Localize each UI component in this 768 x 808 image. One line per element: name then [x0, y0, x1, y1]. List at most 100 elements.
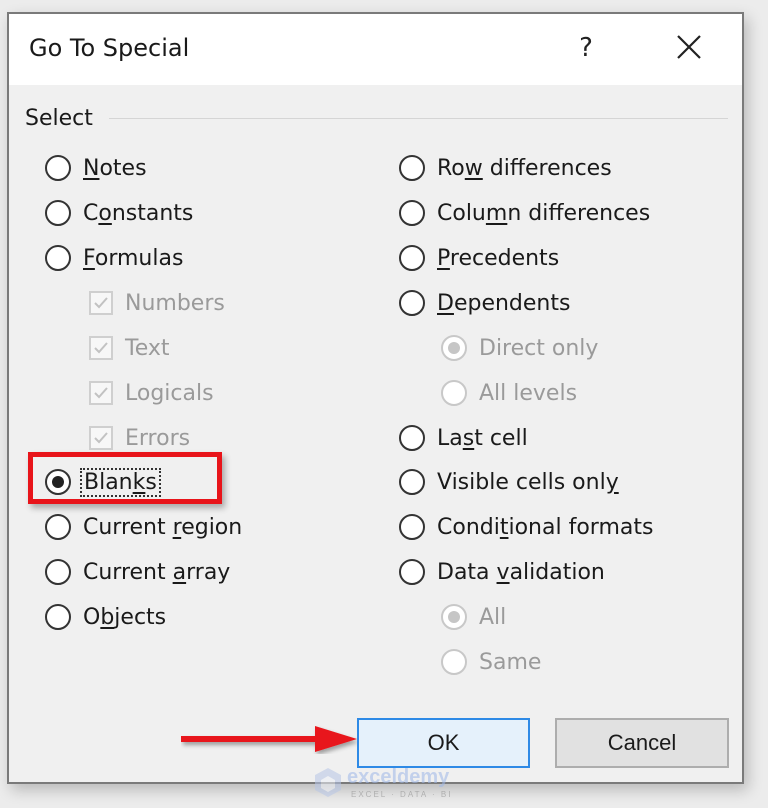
radio-formulas[interactable]: [45, 245, 71, 271]
radio-precedents[interactable]: [399, 245, 425, 271]
option-same: Same: [441, 644, 541, 680]
option-label-text: rray: [186, 559, 231, 585]
option-label: Column differences: [437, 201, 650, 226]
option-label-text: All: [479, 604, 507, 630]
option-accesskey: D: [437, 290, 454, 316]
watermark-brand: exceldemy: [347, 766, 450, 788]
option-formulas[interactable]: Formulas: [45, 240, 183, 276]
option-label-text: Direct only: [479, 335, 599, 361]
exceldemy-logo-icon: [315, 768, 341, 797]
radio-notes[interactable]: [45, 155, 71, 181]
option-label-text: ional formats: [508, 514, 654, 540]
option-label-text: recedents: [449, 245, 560, 271]
annotation-arrow-icon: [181, 726, 357, 752]
radio-dependents[interactable]: [399, 290, 425, 316]
checkmark-icon: [94, 342, 108, 354]
checkbox-text: [89, 336, 113, 360]
option-notes[interactable]: Notes: [45, 150, 147, 186]
option-label: Objects: [83, 605, 166, 630]
radio-data-validation[interactable]: [399, 559, 425, 585]
option-accesskey: r: [172, 514, 182, 540]
ok-button[interactable]: OK: [357, 718, 530, 768]
option-row-differences[interactable]: Row differences: [399, 150, 612, 186]
option-label-text: t cell: [474, 425, 528, 451]
title-bar: Go To Special ?: [9, 14, 742, 85]
option-direct-only: Direct only: [441, 330, 598, 366]
radio-current-region[interactable]: [45, 514, 71, 540]
radio-column-differences[interactable]: [399, 200, 425, 226]
option-label: Conditional formats: [437, 515, 653, 540]
option-all: All: [441, 599, 506, 635]
option-accesskey: o: [98, 200, 112, 226]
option-label: Current region: [83, 515, 242, 540]
option-label-text: O: [83, 604, 101, 630]
option-label: Logicals: [125, 381, 214, 406]
option-logicals: Logicals: [89, 375, 214, 411]
option-accesskey: P: [437, 245, 450, 271]
radio-visible-cells-only[interactable]: [399, 469, 425, 495]
select-group-label: Select: [25, 106, 101, 131]
option-conditional-formats[interactable]: Conditional formats: [399, 509, 653, 545]
radio-conditional-formats[interactable]: [399, 514, 425, 540]
option-label: Constants: [83, 201, 193, 226]
radio-last-cell[interactable]: [399, 425, 425, 451]
group-divider: [109, 118, 728, 119]
option-label: Text: [125, 336, 170, 361]
option-label-text: Current: [83, 559, 173, 585]
option-label-text: jects: [114, 604, 167, 630]
checkbox-logicals: [89, 381, 113, 405]
radio-row-differences[interactable]: [399, 155, 425, 181]
annotation-highlight-box: [28, 452, 222, 504]
option-objects[interactable]: Objects: [45, 599, 166, 635]
option-dependents[interactable]: Dependents: [399, 285, 570, 321]
option-label-text: ependents: [453, 290, 571, 316]
option-label-text: Data: [437, 559, 497, 585]
option-label: Precedents: [437, 246, 559, 271]
checkbox-errors: [89, 426, 113, 450]
option-constants[interactable]: Constants: [45, 195, 193, 231]
option-current-array[interactable]: Current array: [45, 554, 230, 590]
option-label-text: Current: [83, 514, 173, 540]
option-accesskey: b: [100, 604, 115, 630]
close-button[interactable]: [669, 28, 709, 68]
option-label-text: Text: [125, 335, 170, 361]
option-label-text: otes: [99, 155, 147, 181]
radio-constants[interactable]: [45, 200, 71, 226]
checkmark-icon: [94, 297, 108, 309]
option-label-text: egion: [181, 514, 243, 540]
option-numbers: Numbers: [89, 285, 225, 321]
cancel-button[interactable]: Cancel: [555, 718, 729, 768]
option-label-text: Same: [479, 649, 542, 675]
option-label: Direct only: [479, 336, 598, 361]
option-last-cell[interactable]: Last cell: [399, 420, 528, 456]
option-label-text: ormulas: [94, 245, 184, 271]
help-button[interactable]: ?: [569, 28, 603, 68]
option-data-validation[interactable]: Data validation: [399, 554, 605, 590]
option-label: Visible cells only: [437, 470, 619, 495]
option-label-text: Colu: [437, 200, 486, 226]
option-label-text: La: [437, 425, 463, 451]
option-label-text: nstants: [111, 200, 194, 226]
radio-direct-only: [441, 335, 467, 361]
option-label-text: Numbers: [125, 290, 225, 316]
radio-current-array[interactable]: [45, 559, 71, 585]
option-column-differences[interactable]: Column differences: [399, 195, 650, 231]
option-accesskey: v: [496, 559, 510, 585]
option-precedents[interactable]: Precedents: [399, 240, 559, 276]
radio-all-levels: [441, 380, 467, 406]
watermark-tagline: EXCEL · DATA · BI: [351, 790, 453, 799]
checkmark-icon: [94, 387, 108, 399]
option-label-text: Visible cells onl: [437, 469, 606, 495]
option-accesskey: s: [462, 425, 475, 451]
option-label-text: alidation: [509, 559, 605, 585]
option-label: Errors: [125, 426, 190, 451]
close-icon: [677, 35, 701, 59]
option-label: Numbers: [125, 291, 225, 316]
option-label: Row differences: [437, 156, 612, 181]
option-accesskey: N: [83, 155, 100, 181]
radio-objects[interactable]: [45, 604, 71, 630]
option-current-region[interactable]: Current region: [45, 509, 242, 545]
option-visible-cells-only[interactable]: Visible cells only: [399, 464, 619, 500]
option-all-levels: All levels: [441, 375, 577, 411]
option-label-text: Errors: [125, 425, 191, 451]
